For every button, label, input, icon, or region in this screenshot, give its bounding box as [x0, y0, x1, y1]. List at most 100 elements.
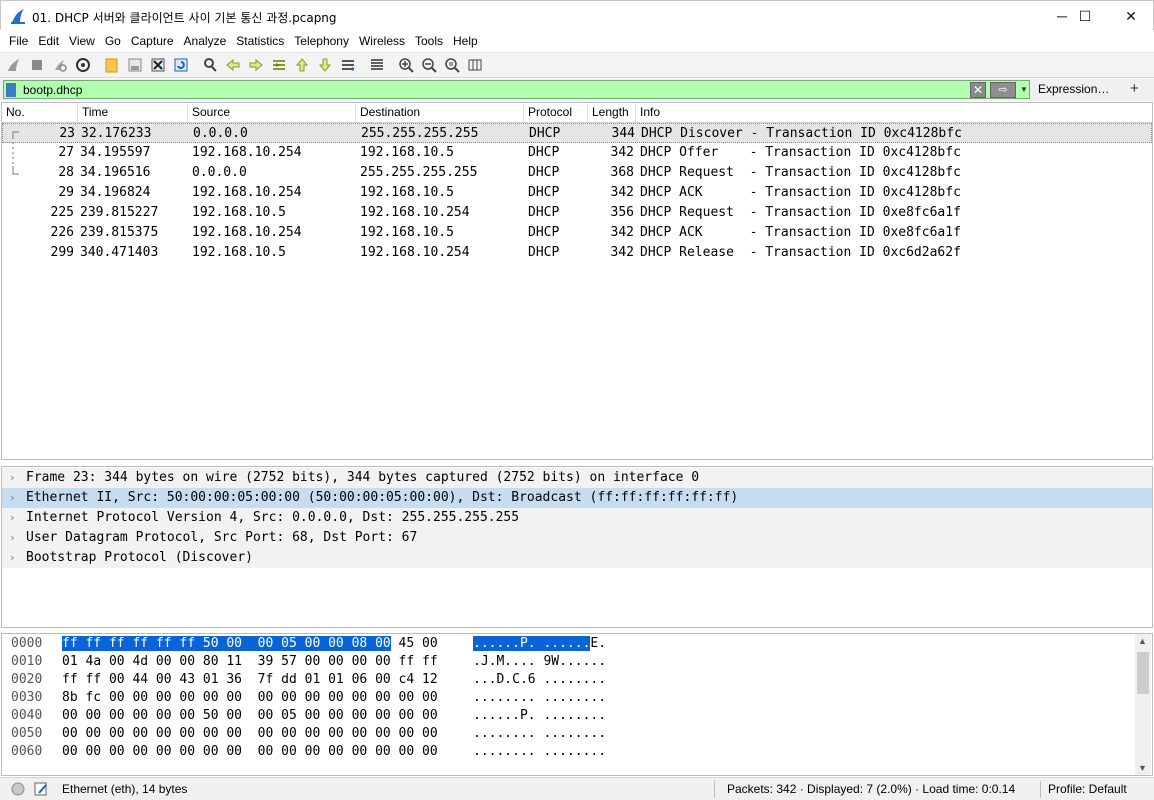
hex-bytes-plain[interactable]: 01 4a 00 4d 00 00 80 11 39 57 00 00 00 0… [62, 654, 438, 669]
scroll-up-icon[interactable]: ▲ [1138, 636, 1147, 646]
menu-help[interactable]: Help [448, 34, 483, 48]
hex-bytes[interactable]: ff ff 00 44 00 43 01 36 7f dd 01 01 06 0… [62, 671, 438, 689]
apply-filter-icon[interactable]: ⇨ [990, 82, 1016, 98]
column-header-destination[interactable]: Destination [356, 103, 524, 123]
detail-tree-item[interactable]: › Internet Protocol Version 4, Src: 0.0.0… [2, 508, 1152, 528]
hex-ascii[interactable]: ...D.C.6 ........ [473, 671, 606, 689]
hex-bytes-plain[interactable]: ff ff 00 44 00 43 01 36 7f dd 01 01 06 0… [62, 672, 438, 687]
menu-view[interactable]: View [64, 34, 100, 48]
restart-capture-icon[interactable] [52, 57, 68, 73]
hex-bytes[interactable]: 00 00 00 00 00 00 00 00 00 00 00 00 00 0… [62, 743, 438, 761]
ascii-plain[interactable]: ........ ........ [473, 726, 606, 741]
hex-bytes[interactable]: 8b fc 00 00 00 00 00 00 00 00 00 00 00 0… [62, 689, 438, 707]
stop-capture-icon[interactable] [29, 57, 45, 73]
hex-ascii[interactable]: ........ ........ [473, 689, 606, 707]
hex-bytes-plain[interactable]: 00 00 00 00 00 00 50 00 00 05 00 00 00 0… [62, 708, 438, 723]
ascii-plain[interactable]: ...D.C.6 ........ [473, 672, 606, 687]
zoom-in-icon[interactable] [398, 57, 414, 73]
packet-row[interactable]: 299 340.471403 192.168.10.5 192.168.10.254 D… [2, 243, 1152, 263]
hex-bytes[interactable]: 01 4a 00 4d 00 00 80 11 39 57 00 00 00 0… [62, 653, 438, 671]
close-file-icon[interactable] [150, 57, 166, 73]
detail-tree-item[interactable]: › Ethernet II, Src: 50:00:00:05:00:00 (50… [2, 488, 1152, 508]
hex-bytes-plain[interactable]: 8b fc 00 00 00 00 00 00 00 00 00 00 00 0… [62, 690, 438, 705]
status-profile[interactable]: Profile: Default [1048, 782, 1127, 796]
add-filter-button-icon[interactable]: + [1130, 80, 1139, 97]
ascii-plain[interactable]: .J.M.... 9W...... [473, 654, 606, 669]
column-header-source[interactable]: Source [188, 103, 356, 123]
expert-info-icon[interactable] [11, 782, 25, 796]
column-header-time[interactable]: Time [78, 103, 188, 123]
scroll-thumb[interactable] [1137, 652, 1149, 694]
go-forward-icon[interactable] [248, 57, 264, 73]
maximize-button[interactable]: ☐ [1062, 1, 1108, 31]
menu-telephony[interactable]: Telephony [289, 34, 354, 48]
expand-chevron-icon[interactable]: › [9, 548, 16, 568]
open-file-icon[interactable] [104, 57, 120, 73]
scroll-down-icon[interactable]: ▼ [1138, 763, 1147, 773]
clear-filter-icon[interactable]: ✕ [970, 82, 986, 98]
hex-bytes-highlighted[interactable]: ff ff ff ff ff ff 50 00 00 05 00 00 08 0… [62, 636, 391, 651]
close-button[interactable]: ✕ [1108, 1, 1154, 31]
expand-chevron-icon[interactable]: › [9, 488, 16, 508]
display-filter-field[interactable]: ✕ ⇨ ▼ [3, 80, 1030, 99]
hex-ascii[interactable]: ......P. ......E. [473, 635, 606, 653]
detail-tree-item[interactable]: › Frame 23: 344 bytes on wire (2752 bits)… [2, 468, 1152, 488]
go-first-packet-icon[interactable] [294, 57, 310, 73]
menu-statistics[interactable]: Statistics [231, 34, 289, 48]
column-header-no[interactable]: No. [2, 103, 78, 123]
ascii-plain[interactable]: E. [590, 636, 606, 651]
reload-file-icon[interactable] [173, 57, 189, 73]
hex-bytes[interactable]: 00 00 00 00 00 00 00 00 00 00 00 00 00 0… [62, 725, 438, 743]
start-capture-icon[interactable] [6, 57, 22, 73]
zoom-out-icon[interactable] [421, 57, 437, 73]
hex-bytes[interactable]: 00 00 00 00 00 00 50 00 00 05 00 00 00 0… [62, 707, 438, 725]
display-filter-input[interactable] [23, 82, 953, 98]
hex-bytes-plain[interactable]: 00 00 00 00 00 00 00 00 00 00 00 00 00 0… [62, 744, 438, 759]
packet-bytes-pane[interactable]: 0000 ff ff ff ff ff ff 50 00 00 05 00 00 … [1, 633, 1153, 776]
go-to-packet-icon[interactable] [271, 57, 287, 73]
menu-go[interactable]: Go [100, 34, 126, 48]
menu-file[interactable]: File [4, 34, 33, 48]
column-header-length[interactable]: Length [588, 103, 636, 123]
column-header-info[interactable]: Info [636, 103, 1152, 123]
ascii-plain[interactable]: ......P. ........ [473, 708, 606, 723]
expression-button[interactable]: Expression… [1038, 82, 1109, 96]
auto-scroll-icon[interactable] [340, 57, 356, 73]
colorize-icon[interactable] [369, 57, 385, 73]
detail-tree-item[interactable]: › Bootstrap Protocol (Discover) [2, 548, 1152, 568]
hex-bytes[interactable]: ff ff ff ff ff ff 50 00 00 05 00 00 08 0… [62, 635, 438, 653]
resize-columns-icon[interactable] [467, 57, 483, 73]
hex-ascii[interactable]: ........ ........ [473, 725, 606, 743]
hex-bytes-plain[interactable]: 00 00 00 00 00 00 00 00 00 00 00 00 00 0… [62, 726, 438, 741]
expand-chevron-icon[interactable]: › [9, 508, 16, 528]
expand-chevron-icon[interactable]: › [9, 468, 16, 488]
packet-details-pane[interactable]: › Frame 23: 344 bytes on wire (2752 bits)… [1, 466, 1153, 628]
bytes-scrollbar[interactable]: ▲ ▼ [1135, 634, 1151, 775]
menu-tools[interactable]: Tools [410, 34, 448, 48]
go-last-packet-icon[interactable] [317, 57, 333, 73]
bookmark-icon[interactable] [6, 83, 16, 97]
packet-row[interactable]: 226 239.815375 192.168.10.254 192.168.10.5 D… [2, 223, 1152, 243]
detail-tree-item[interactable]: › User Datagram Protocol, Src Port: 68, D… [2, 528, 1152, 548]
hex-ascii[interactable]: ........ ........ [473, 743, 606, 761]
save-file-icon[interactable] [127, 57, 143, 73]
go-back-icon[interactable] [225, 57, 241, 73]
packet-row[interactable]: 23 32.176233 0.0.0.0 255.255.255.255 DHCP 344… [2, 123, 1152, 143]
column-header-protocol[interactable]: Protocol [524, 103, 588, 123]
capture-options-icon[interactable] [75, 57, 91, 73]
packet-list-pane[interactable]: No. Time Source Destination Protocol Len… [1, 102, 1153, 460]
zoom-normal-icon[interactable] [444, 57, 460, 73]
menu-capture[interactable]: Capture [126, 34, 179, 48]
hex-ascii[interactable]: ......P. ........ [473, 707, 606, 725]
packet-row[interactable]: 28 34.196516 0.0.0.0 255.255.255.255 DHCP 368… [2, 163, 1152, 183]
filter-history-chevron-icon[interactable]: ▼ [1017, 82, 1031, 98]
hex-ascii[interactable]: .J.M.... 9W...... [473, 653, 606, 671]
ascii-plain[interactable]: ........ ........ [473, 744, 606, 759]
hex-bytes-plain[interactable]: 45 00 [391, 636, 438, 651]
packet-row[interactable]: 27 34.195597 192.168.10.254 192.168.10.5 DHC… [2, 143, 1152, 163]
ascii-plain[interactable]: ........ ........ [473, 690, 606, 705]
capture-comment-icon[interactable] [33, 781, 49, 797]
menu-analyze[interactable]: Analyze [179, 34, 232, 48]
packet-row[interactable]: 225 239.815227 192.168.10.5 192.168.10.254 D… [2, 203, 1152, 223]
menu-wireless[interactable]: Wireless [354, 34, 410, 48]
